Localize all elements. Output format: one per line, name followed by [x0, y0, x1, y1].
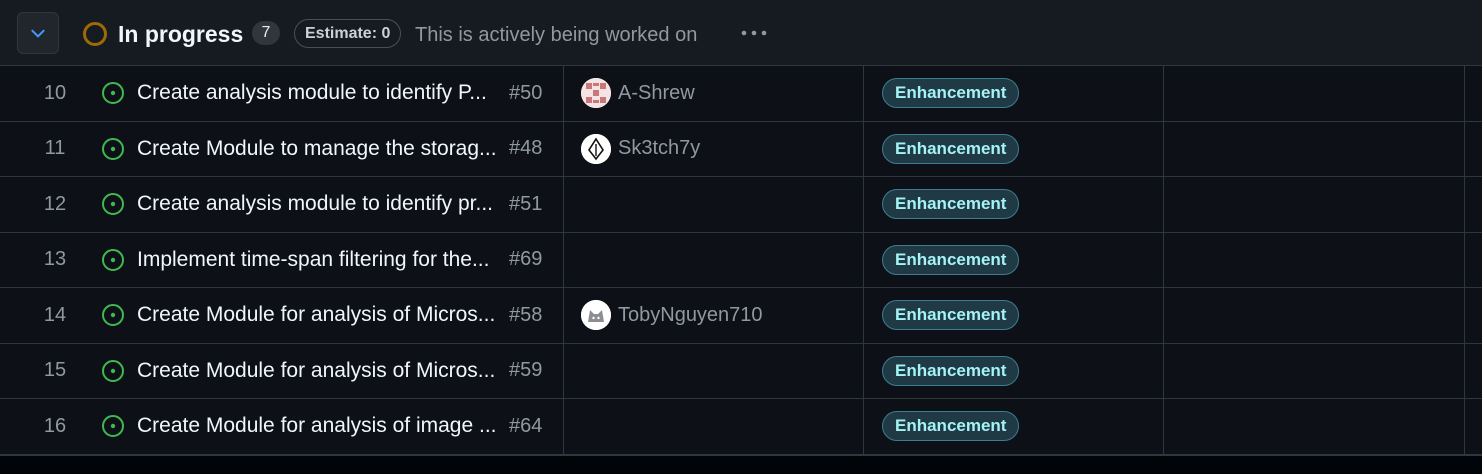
- issue-number: #58: [509, 303, 543, 326]
- issue-number: #51: [509, 192, 543, 215]
- column-divider: [1163, 66, 1164, 455]
- table-row[interactable]: 11 Create Module to manage the storag...…: [0, 122, 1482, 177]
- row-number: 13: [43, 248, 67, 271]
- group-title: In progress: [118, 21, 244, 47]
- open-issue-icon: [102, 304, 124, 327]
- column-divider: [1464, 66, 1465, 455]
- row-number: 11: [44, 137, 66, 160]
- assignee[interactable]: A-Shrew: [581, 66, 695, 121]
- table-row[interactable]: 12 Create analysis module to identify pr…: [0, 177, 1482, 233]
- issue-title-text: Create Module for analysis of image ...: [137, 414, 497, 438]
- open-issue-icon: [102, 248, 124, 271]
- issue-title-link[interactable]: Create Module for analysis of Micros...: [137, 288, 497, 343]
- assignee-name: A-Shrew: [618, 81, 695, 104]
- open-issue-icon: [102, 82, 124, 105]
- collapse-group-button[interactable]: [17, 12, 59, 54]
- issue-title-link[interactable]: Implement time-span filtering for the...: [137, 233, 497, 288]
- label-enhancement[interactable]: Enhancement: [882, 133, 1020, 164]
- table-row[interactable]: 14 Create Module for analysis of Micros.…: [0, 288, 1482, 344]
- group-header: In progress 7 Estimate: 0 This is active…: [0, 0, 1482, 66]
- chevron-down-icon: [31, 29, 45, 38]
- label-enhancement[interactable]: Enhancement: [882, 355, 1020, 386]
- issue-title-text: Implement time-span filtering for the...: [137, 247, 490, 271]
- table-row[interactable]: 13 Implement time-span filtering for the…: [0, 233, 1482, 288]
- issue-number: #50: [509, 81, 543, 104]
- open-issue-icon: [102, 193, 124, 216]
- issue-title-link[interactable]: Create analysis module to identify P...: [137, 66, 497, 121]
- issue-title-link[interactable]: Create Module for analysis of image ...: [137, 399, 497, 454]
- assignee-name: TobyNguyen710: [618, 303, 763, 326]
- estimate-badge: Estimate: 0: [294, 19, 402, 48]
- open-issue-icon: [102, 359, 124, 382]
- row-number: 16: [43, 414, 67, 437]
- issue-title-text: Create Module for analysis of Micros...: [137, 303, 496, 327]
- issue-number: #69: [509, 248, 543, 271]
- issue-title-link[interactable]: Create Module to manage the storag...: [137, 122, 497, 177]
- assignee[interactable]: Sk3tch7y: [581, 122, 700, 177]
- issue-number: #59: [509, 359, 543, 382]
- assignee-name: Sk3tch7y: [618, 137, 701, 160]
- table-row[interactable]: 10 Create analysis module to identify P.…: [0, 66, 1482, 122]
- column-divider: [563, 66, 564, 455]
- row-number: 12: [43, 192, 67, 215]
- row-number: 14: [43, 303, 67, 326]
- issue-title-text: Create Module to manage the storag...: [137, 136, 497, 160]
- column-divider: [863, 66, 864, 455]
- issue-title-text: Create analysis module to identify P...: [137, 81, 487, 105]
- in-progress-status-icon: [83, 22, 107, 46]
- row-number: 15: [43, 359, 67, 382]
- issue-title-link[interactable]: Create analysis module to identify pr...: [137, 177, 497, 232]
- label-enhancement[interactable]: Enhancement: [882, 300, 1020, 331]
- group-more-options-button[interactable]: [732, 18, 776, 48]
- pen-nib-avatar: [581, 133, 611, 164]
- row-number: 10: [43, 81, 67, 104]
- label-enhancement[interactable]: Enhancement: [882, 411, 1020, 442]
- table-row[interactable]: 16 Create Module for analysis of image .…: [0, 399, 1482, 455]
- assignee[interactable]: TobyNguyen710: [581, 288, 763, 343]
- cat-avatar: [581, 300, 611, 331]
- label-enhancement[interactable]: Enhancement: [882, 244, 1020, 275]
- kebab-horizontal-icon: [741, 30, 767, 36]
- project-board-group: In progress 7 Estimate: 0 This is active…: [0, 0, 1482, 456]
- group-description: This is actively being worked on: [415, 24, 698, 46]
- item-table: 10 Create analysis module to identify P.…: [0, 66, 1482, 455]
- open-issue-icon: [102, 415, 124, 438]
- issue-title-link[interactable]: Create Module for analysis of Micros...: [137, 344, 497, 399]
- open-issue-icon: [102, 137, 124, 160]
- label-enhancement[interactable]: Enhancement: [882, 189, 1020, 220]
- label-enhancement[interactable]: Enhancement: [882, 78, 1020, 109]
- issue-number: #48: [509, 137, 543, 160]
- issue-title-text: Create Module for analysis of Micros...: [137, 358, 496, 382]
- table-row[interactable]: 15 Create Module for analysis of Micros.…: [0, 344, 1482, 399]
- checker-avatar: [581, 78, 611, 109]
- issue-number: #64: [509, 414, 543, 437]
- issue-title-text: Create analysis module to identify pr...: [137, 192, 494, 216]
- item-count-badge: 7: [252, 21, 280, 45]
